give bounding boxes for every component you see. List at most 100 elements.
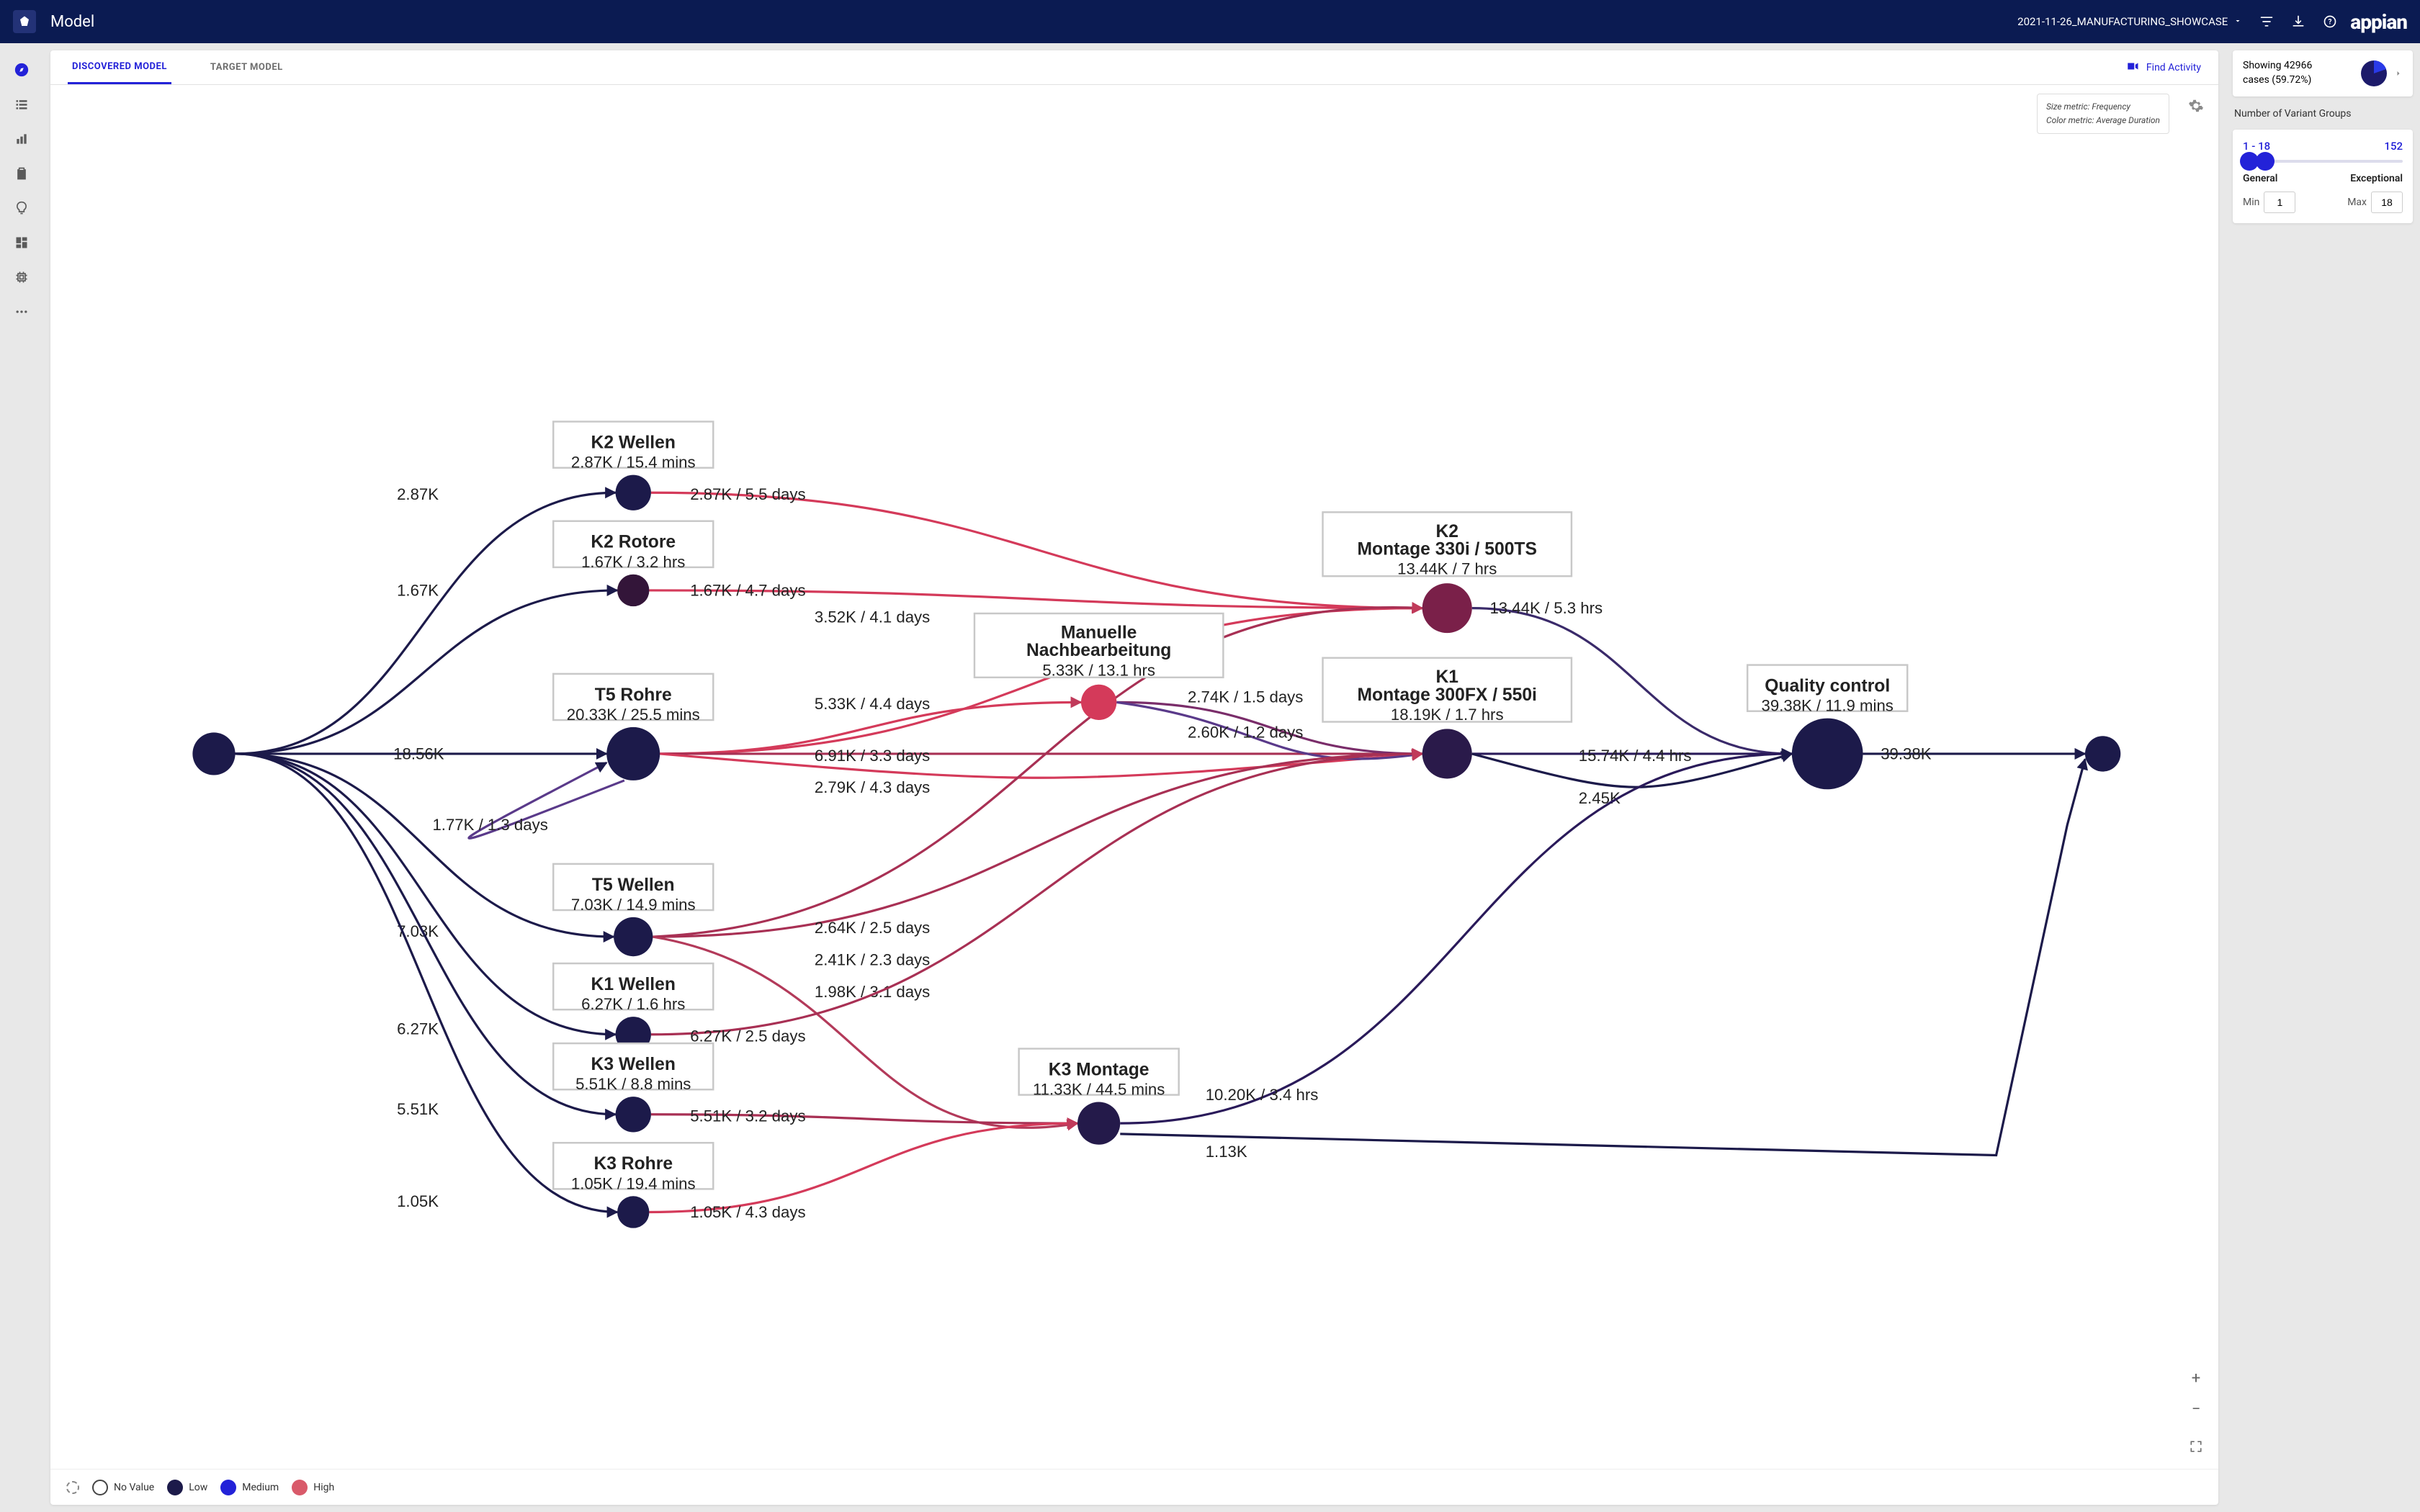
process-graph-canvas[interactable]: 2.87K1.67K18.56K7.03K6.27K5.51K1.05K2.87…	[50, 85, 2218, 1469]
svg-text:Manuelle: Manuelle	[1061, 624, 1137, 643]
svg-text:T5 Rohre: T5 Rohre	[595, 685, 672, 705]
dataset-dropdown[interactable]: 2021-11-26_MANUFACTURING_SHOWCASE	[2017, 15, 2242, 28]
svg-text:K3 Rohre: K3 Rohre	[593, 1154, 673, 1174]
find-activity-button[interactable]: Find Activity	[2126, 60, 2201, 76]
max-label: Max	[2347, 197, 2367, 208]
dataset-dropdown-label: 2021-11-26_MANUFACTURING_SHOWCASE	[2017, 15, 2228, 28]
zoom-in-button[interactable]: +	[2188, 1369, 2204, 1387]
page-title: Model	[50, 13, 94, 31]
variant-slider[interactable]	[2243, 160, 2403, 163]
slider-general-label: General	[2243, 173, 2277, 184]
svg-text:15.74K / 4.4 hrs: 15.74K / 4.4 hrs	[1579, 747, 1692, 765]
svg-text:1.67K / 4.7 days: 1.67K / 4.7 days	[690, 581, 805, 599]
sidebar	[0, 43, 43, 1512]
canvas-panel: DISCOVERED MODEL TARGET MODEL Find Activ…	[50, 50, 2218, 1505]
legend: No Value Low Medium High	[50, 1469, 2218, 1505]
video-camera-icon	[2126, 60, 2139, 76]
legend-no-value: No Value	[92, 1480, 154, 1495]
svg-text:2.87K / 15.4 mins: 2.87K / 15.4 mins	[571, 454, 696, 472]
topbar: Model 2021-11-26_MANUFACTURING_SHOWCASE …	[0, 0, 2420, 43]
max-input[interactable]	[2371, 192, 2403, 213]
app-logo-icon[interactable]	[13, 10, 36, 33]
fullscreen-icon[interactable]	[2190, 1440, 2202, 1453]
svg-text:39.38K / 11.9 mins: 39.38K / 11.9 mins	[1762, 697, 1894, 715]
svg-text:7.03K / 14.9 mins: 7.03K / 14.9 mins	[571, 896, 696, 914]
svg-text:Quality control: Quality control	[1765, 677, 1890, 696]
svg-text:5.33K / 4.4 days: 5.33K / 4.4 days	[815, 695, 930, 713]
svg-text:2.60K / 1.2 days: 2.60K / 1.2 days	[1188, 724, 1303, 742]
slider-exceptional-label: Exceptional	[2350, 173, 2403, 184]
size-metric-label: Size metric: Frequency	[2046, 100, 2160, 114]
gear-icon[interactable]	[2188, 98, 2204, 114]
svg-text:T5 Wellen: T5 Wellen	[592, 876, 675, 895]
bar-chart-icon[interactable]	[14, 131, 30, 147]
tab-target-model[interactable]: TARGET MODEL	[206, 50, 287, 84]
more-icon[interactable]	[14, 304, 30, 320]
legend-high: High	[292, 1480, 334, 1495]
svg-text:1.13K: 1.13K	[1206, 1143, 1247, 1161]
svg-text:1.67K / 3.2 hrs: 1.67K / 3.2 hrs	[581, 553, 685, 571]
svg-text:K3 Wellen: K3 Wellen	[591, 1055, 676, 1074]
svg-text:K2: K2	[1435, 522, 1458, 541]
legend-medium: Medium	[220, 1480, 279, 1495]
svg-text:2.87K: 2.87K	[397, 485, 439, 503]
loading-spinner-icon	[66, 1481, 79, 1494]
min-input[interactable]	[2264, 192, 2295, 213]
chevron-down-icon	[2233, 15, 2242, 28]
svg-text:6.91K / 3.3 days: 6.91K / 3.3 days	[815, 747, 930, 765]
svg-text:2.64K / 2.5 days: 2.64K / 2.5 days	[815, 919, 930, 937]
svg-text:5.51K / 8.8 mins: 5.51K / 8.8 mins	[575, 1075, 691, 1093]
svg-text:20.33K / 25.5 mins: 20.33K / 25.5 mins	[567, 706, 700, 724]
svg-text:18.56K: 18.56K	[393, 744, 444, 762]
svg-text:3.52K / 4.1 days: 3.52K / 4.1 days	[815, 608, 930, 626]
svg-text:5.33K / 13.1 hrs: 5.33K / 13.1 hrs	[1042, 661, 1155, 679]
min-label: Min	[2243, 197, 2259, 208]
svg-text:K2 Rotore: K2 Rotore	[591, 533, 676, 552]
zoom-controls: + −	[2188, 1369, 2204, 1418]
svg-text:10.20K / 3.4 hrs: 10.20K / 3.4 hrs	[1206, 1086, 1319, 1104]
svg-text:K1: K1	[1435, 667, 1458, 687]
list-icon[interactable]	[14, 96, 30, 112]
zoom-out-button[interactable]: −	[2188, 1400, 2204, 1418]
svg-text:1.05K / 4.3 days: 1.05K / 4.3 days	[690, 1203, 805, 1221]
svg-text:6.27K: 6.27K	[397, 1020, 439, 1038]
cases-donut-icon	[2360, 59, 2388, 88]
lightbulb-icon[interactable]	[14, 200, 30, 216]
dashboard-icon[interactable]	[14, 235, 30, 251]
tabs-row: DISCOVERED MODEL TARGET MODEL Find Activ…	[50, 50, 2218, 85]
showing-cases-card[interactable]: Showing 42966 cases (59.72%)	[2233, 50, 2413, 96]
svg-text:13.44K / 5.3 hrs: 13.44K / 5.3 hrs	[1489, 599, 1603, 617]
svg-text:1.77K / 1.3 days: 1.77K / 1.3 days	[432, 816, 547, 834]
chevron-right-icon	[2394, 67, 2403, 81]
variant-groups-title: Number of Variant Groups	[2233, 107, 2413, 120]
svg-text:11.33K / 44.5 mins: 11.33K / 44.5 mins	[1033, 1081, 1165, 1099]
help-icon[interactable]: ?	[2323, 14, 2337, 29]
svg-text:2.74K / 1.5 days: 2.74K / 1.5 days	[1188, 688, 1303, 706]
svg-text:1.67K: 1.67K	[397, 581, 439, 599]
color-metric-label: Color metric: Average Duration	[2046, 114, 2160, 127]
brand-logo: appian	[2350, 10, 2407, 34]
right-panel: Showing 42966 cases (59.72%) Number of V…	[2233, 50, 2413, 1505]
metric-info-box: Size metric: Frequency Color metric: Ave…	[2037, 94, 2169, 134]
svg-text:K2 Wellen: K2 Wellen	[591, 433, 676, 453]
tab-discovered-model[interactable]: DISCOVERED MODEL	[68, 50, 171, 84]
find-activity-label: Find Activity	[2146, 62, 2201, 73]
svg-text:5.51K / 3.2 days: 5.51K / 3.2 days	[690, 1107, 805, 1125]
svg-text:?: ?	[2329, 18, 2332, 26]
svg-text:13.44K / 7 hrs: 13.44K / 7 hrs	[1397, 560, 1497, 578]
variant-groups-card: 1 - 18 152 General Exceptional Min	[2233, 130, 2413, 223]
svg-text:2.41K / 2.3 days: 2.41K / 2.3 days	[815, 951, 930, 969]
svg-text:1.98K / 3.1 days: 1.98K / 3.1 days	[815, 983, 930, 1001]
svg-text:1.05K: 1.05K	[397, 1192, 439, 1210]
slider-thumb-max[interactable]	[2256, 152, 2275, 171]
filter-icon[interactable]	[2259, 14, 2274, 29]
svg-text:2.79K / 4.3 days: 2.79K / 4.3 days	[815, 778, 930, 796]
svg-text:K3 Montage: K3 Montage	[1049, 1060, 1150, 1079]
compass-icon[interactable]	[14, 62, 30, 78]
svg-text:2.45K: 2.45K	[1579, 789, 1621, 807]
cpu-icon[interactable]	[14, 269, 30, 285]
svg-text:6.27K / 1.6 hrs: 6.27K / 1.6 hrs	[581, 995, 685, 1013]
download-icon[interactable]	[2291, 14, 2305, 29]
svg-text:K1 Wellen: K1 Wellen	[591, 975, 676, 994]
clipboard-icon[interactable]	[14, 166, 30, 181]
